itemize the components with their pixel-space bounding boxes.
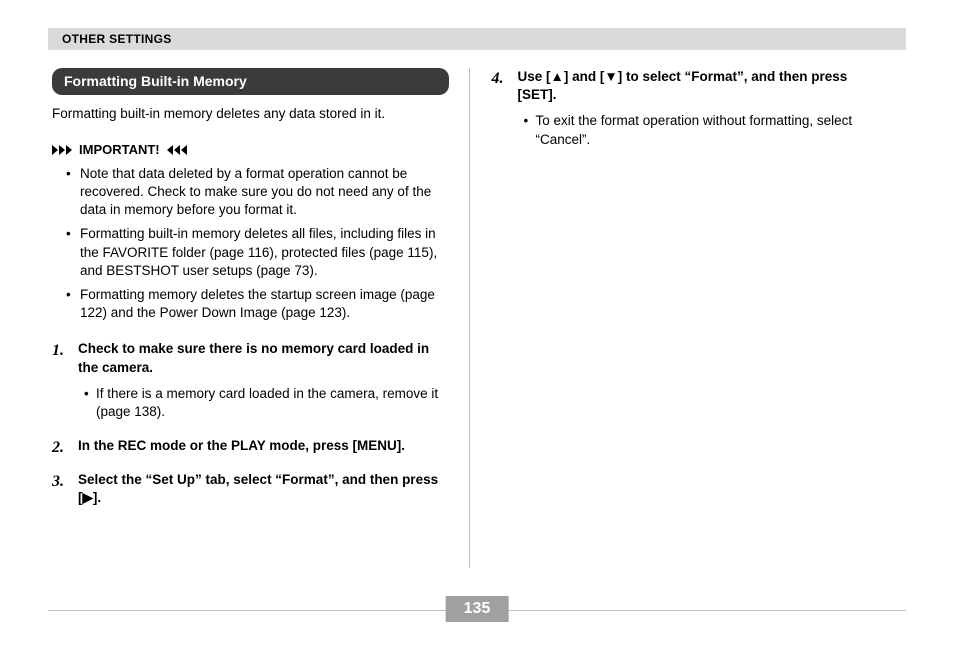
left-column: Formatting Built-in Memory Formatting bu… xyxy=(48,68,469,568)
triangle-right-icon xyxy=(52,145,73,155)
step-2: 2. In the REC mode or the PLAY mode, pre… xyxy=(52,437,449,459)
important-item: Note that data deleted by a format opera… xyxy=(80,165,449,220)
section-title: Formatting Built-in Memory xyxy=(52,68,449,95)
step-text: Check to make sure there is no memory ca… xyxy=(78,340,449,376)
important-item: Formatting memory deletes the startup sc… xyxy=(80,286,449,322)
step-sublist: If there is a memory card loaded in the … xyxy=(78,385,449,421)
step-number: 2. xyxy=(52,437,70,459)
right-column: 4. Use [▲] and [▼] to select “Format”, a… xyxy=(469,68,907,568)
content-columns: Formatting Built-in Memory Formatting bu… xyxy=(48,68,906,568)
intro-text: Formatting built-in memory deletes any d… xyxy=(52,105,449,123)
important-header: IMPORTANT! xyxy=(52,141,449,159)
step-number: 4. xyxy=(492,68,510,153)
step-text: In the REC mode or the PLAY mode, press … xyxy=(78,437,449,455)
page-footer: 135 xyxy=(48,596,906,624)
important-item: Formatting built-in memory deletes all f… xyxy=(80,225,449,280)
step-text: Use [▲] and [▼] to select “Format”, and … xyxy=(518,68,889,104)
step-1: 1. Check to make sure there is no memory… xyxy=(52,340,449,425)
step-4: 4. Use [▲] and [▼] to select “Format”, a… xyxy=(492,68,889,153)
step-sub-item: If there is a memory card loaded in the … xyxy=(96,385,449,421)
important-label: IMPORTANT! xyxy=(79,141,160,159)
step-sublist: To exit the format operation without for… xyxy=(518,112,889,148)
step-3: 3. Select the “Set Up” tab, select “Form… xyxy=(52,471,449,507)
step-number: 1. xyxy=(52,340,70,425)
important-list: Note that data deleted by a format opera… xyxy=(52,165,449,323)
step-text: Select the “Set Up” tab, select “Format”… xyxy=(78,471,449,507)
breadcrumb: OTHER SETTINGS xyxy=(62,32,172,46)
step-sub-item: To exit the format operation without for… xyxy=(536,112,889,148)
triangle-left-icon xyxy=(166,145,187,155)
breadcrumb-bar: OTHER SETTINGS xyxy=(48,28,906,50)
page-number: 135 xyxy=(446,596,509,622)
step-number: 3. xyxy=(52,471,70,507)
